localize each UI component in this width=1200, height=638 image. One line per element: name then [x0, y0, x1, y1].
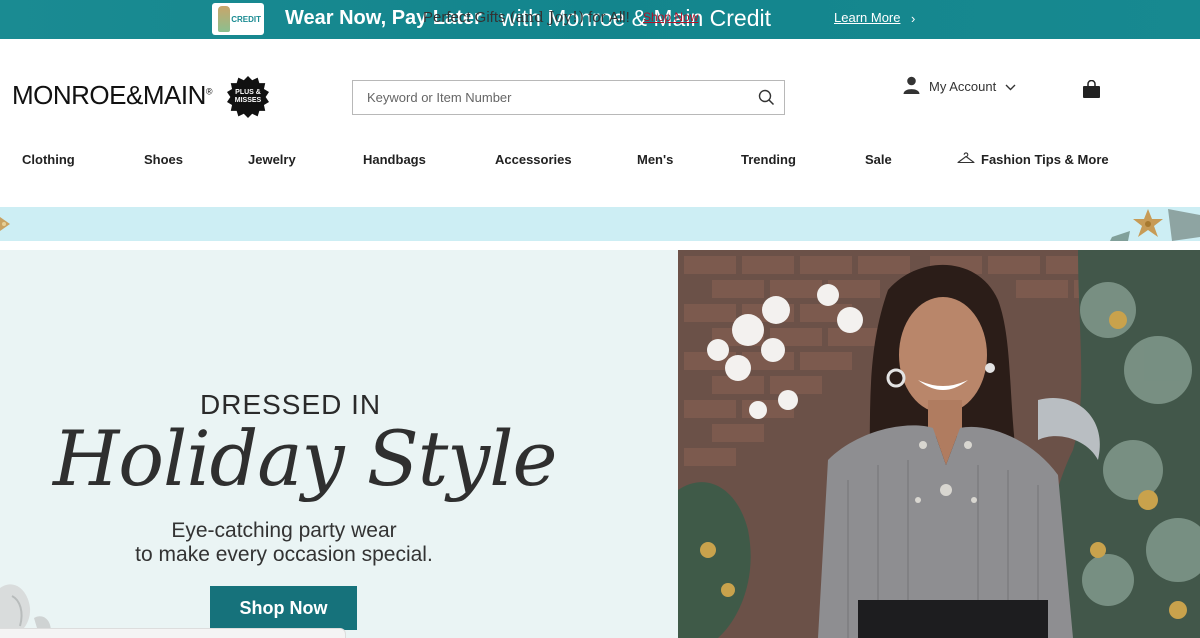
- search-input[interactable]: [353, 81, 748, 114]
- gifts-banner: [0, 207, 1200, 241]
- ornament-decoration-left: [0, 217, 10, 231]
- nav-item-clothing[interactable]: Clothing: [22, 152, 75, 167]
- site-logo[interactable]: MONROE&MAIN®: [12, 80, 212, 111]
- nav-item-sale[interactable]: Sale: [865, 152, 892, 167]
- nav-item-mens[interactable]: Men's: [637, 152, 673, 167]
- fashion-tips-label: Fashion Tips & More: [981, 152, 1109, 167]
- logo-ampersand: &: [126, 80, 143, 110]
- gifts-shop-now-link[interactable]: Shop Now: [643, 10, 698, 24]
- gifts-banner-text: Perfect Gifts (and Joy!) for All!: [423, 8, 630, 26]
- learn-more-link[interactable]: Learn More: [834, 10, 900, 25]
- logo-text-main: MAIN: [142, 80, 207, 110]
- my-account-menu[interactable]: My Account: [903, 76, 1016, 97]
- chevron-down-icon: [1005, 79, 1016, 94]
- search-box[interactable]: [352, 80, 785, 115]
- hero-title: Holiday Style: [53, 414, 558, 503]
- nav-item-jewelry[interactable]: Jewelry: [248, 152, 296, 167]
- card-figure: [218, 6, 230, 32]
- nav-item-shoes[interactable]: Shoes: [144, 152, 183, 167]
- plus-misses-badge: PLUS & MISSES: [227, 76, 269, 118]
- nav-item-handbags[interactable]: Handbags: [363, 152, 426, 167]
- hero-photo-illustration: [678, 250, 1200, 638]
- my-account-label: My Account: [929, 79, 997, 94]
- star-ornament-decoration: [1110, 209, 1200, 241]
- nav-item-accessories[interactable]: Accessories: [495, 152, 572, 167]
- credit-card-label: CREDIT: [231, 14, 261, 24]
- shopping-bag-icon[interactable]: [1082, 79, 1101, 103]
- gifts-text-a: Perfect Gifts: [423, 9, 506, 26]
- hero-shop-now-button[interactable]: Shop Now: [210, 586, 357, 630]
- badge-text: PLUS & MISSES: [234, 89, 262, 104]
- nav-item-fashion-tips[interactable]: Fashion Tips & More: [957, 152, 1109, 167]
- user-icon: [903, 76, 920, 97]
- hero-subtitle: Eye-catching party wear to make every oc…: [120, 519, 448, 567]
- logo-text-monroe: MONROE: [12, 80, 127, 110]
- credit-card-image: CREDIT: [212, 3, 264, 35]
- main-nav: Clothing Shoes Jewelry Handbags Accessor…: [0, 148, 1200, 174]
- nav-item-trending[interactable]: Trending: [741, 152, 796, 167]
- hero-subtitle-line2: to make every occasion special.: [135, 543, 433, 566]
- logo-registered-mark: ®: [205, 86, 213, 97]
- hero-bottom-tray: [0, 628, 346, 638]
- hanger-icon: [957, 152, 975, 167]
- search-icon[interactable]: [748, 81, 784, 114]
- chevron-right-icon[interactable]: ›: [911, 11, 915, 26]
- hero-model-photo: [678, 250, 1200, 638]
- gifts-text-serif: (and Joy!): [509, 8, 584, 26]
- hero-subtitle-line1: Eye-catching party wear: [171, 519, 397, 542]
- gifts-text-b: for All!: [588, 9, 630, 26]
